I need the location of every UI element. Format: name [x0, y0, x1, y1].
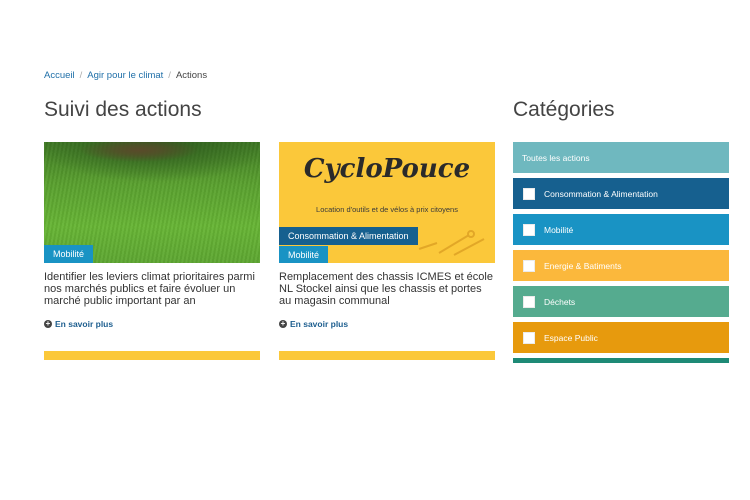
read-more-label: En savoir plus: [290, 319, 349, 329]
cyclopouce-logo: CycloPouce: [303, 154, 471, 184]
filter-category-public-space[interactable]: Espace Public: [513, 322, 729, 353]
breadcrumb: Accueil / Agir pour le climat / Actions: [44, 70, 207, 81]
category-checkbox[interactable]: [523, 187, 535, 200]
page-title: Suivi des actions: [44, 98, 202, 121]
action-image-lawn[interactable]: Mobilité: [44, 142, 260, 263]
category-tag-mobility: Mobilité: [44, 245, 94, 263]
category-label: Energie & Batiments: [544, 260, 622, 271]
next-card-image-preview: [44, 351, 260, 360]
action-card[interactable]: CycloPouce Location d'outils et de vélos…: [279, 142, 495, 329]
category-tag-mobility: Mobilité: [279, 246, 329, 263]
read-more-link[interactable]: + En savoir plus: [279, 319, 495, 329]
category-label: Déchets: [544, 296, 576, 307]
filter-category-consumption[interactable]: Consommation & Alimentation: [513, 178, 729, 209]
category-checkbox[interactable]: [523, 331, 535, 344]
action-card[interactable]: Mobilité Identifier les leviers climat p…: [44, 142, 260, 329]
filter-all-label: Toutes les actions: [522, 152, 590, 163]
category-checkbox[interactable]: [523, 259, 535, 272]
tools-illustration-icon: [418, 230, 485, 256]
category-checkbox[interactable]: [523, 295, 535, 308]
filter-category-mobility[interactable]: Mobilité: [513, 214, 729, 245]
breadcrumb-separator: /: [168, 70, 171, 81]
action-title[interactable]: Remplacement des chassis ICMES et école …: [279, 271, 495, 307]
read-more-label: En savoir plus: [55, 319, 114, 329]
categories-filter-list: Toutes les actions Consommation & Alimen…: [513, 142, 729, 363]
category-tag-consumption: Consommation & Alimentation: [279, 227, 418, 245]
action-image-cyclopouce[interactable]: CycloPouce Location d'outils et de vélos…: [279, 142, 495, 263]
plus-circle-icon: +: [279, 319, 287, 328]
categories-title: Catégories: [513, 98, 615, 121]
filter-all-actions[interactable]: Toutes les actions: [513, 142, 729, 173]
breadcrumb-current: Actions: [175, 70, 208, 81]
read-more-link[interactable]: + En savoir plus: [44, 319, 260, 329]
breadcrumb-climate-link[interactable]: Agir pour le climat: [87, 70, 163, 81]
category-label: Mobilité: [544, 224, 574, 235]
next-card-image-preview: [279, 351, 495, 360]
category-checkbox[interactable]: [523, 223, 535, 236]
action-title[interactable]: Identifier les leviers climat prioritair…: [44, 271, 260, 307]
plus-circle-icon: +: [44, 319, 52, 328]
breadcrumb-separator: /: [79, 70, 83, 81]
breadcrumb-home-link[interactable]: Accueil: [44, 70, 75, 81]
category-label: Espace Public: [544, 332, 598, 343]
filter-category-next-preview: [513, 358, 729, 363]
cyclopouce-tagline: Location d'outils et de vélos à prix cit…: [316, 205, 458, 214]
filter-category-energy[interactable]: Energie & Batiments: [513, 250, 729, 281]
category-label: Consommation & Alimentation: [544, 188, 658, 199]
filter-category-waste[interactable]: Déchets: [513, 286, 729, 317]
